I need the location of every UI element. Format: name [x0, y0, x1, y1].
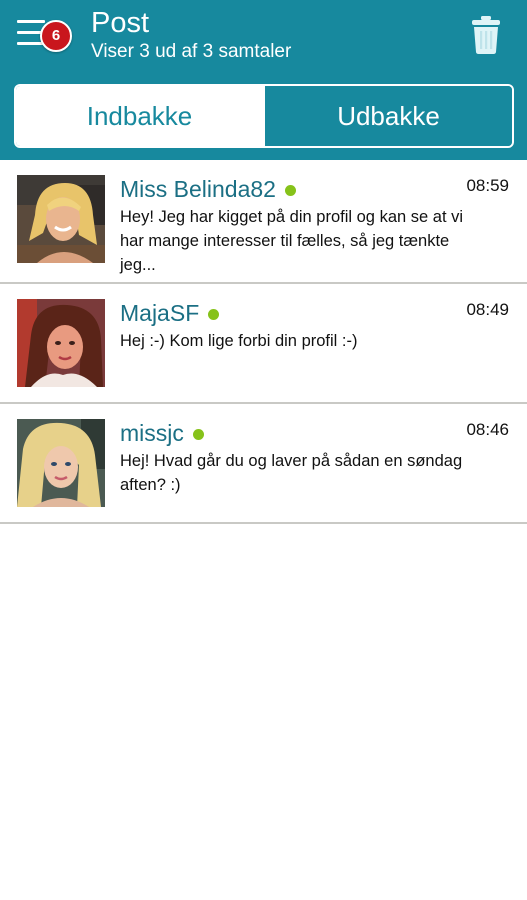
conversation-row[interactable]: missjc 08:46 Hej! Hvad går du og laver p… — [0, 404, 527, 524]
online-status-icon — [192, 428, 204, 440]
page-title: Post — [91, 7, 150, 39]
conversation-row[interactable]: MajaSF 08:49 Hej :-) Kom lige forbi din … — [0, 284, 527, 404]
avatar — [17, 175, 105, 263]
conversation-row[interactable]: Miss Belinda82 08:59 Hey! Jeg har kigget… — [0, 160, 527, 284]
contact-name: Miss Belinda82 — [120, 176, 276, 202]
online-status-icon — [208, 308, 220, 320]
online-status-icon — [284, 184, 296, 196]
trash-icon — [472, 16, 500, 54]
message-preview: Hej :-) Kom lige forbi din profil :-) — [120, 332, 358, 350]
notification-badge: 6 — [40, 20, 72, 52]
message-time: 08:49 — [466, 300, 509, 319]
mailbox-tabs: Indbakke Udbakke — [14, 84, 514, 148]
menu-button[interactable]: 6 — [14, 14, 76, 58]
tab-indbakke[interactable]: Indbakke — [16, 86, 263, 146]
message-preview: Hej! Hvad går du og laver på sådan en sø… — [120, 452, 463, 494]
name-line: missjc — [120, 418, 204, 448]
tab-udbakke[interactable]: Udbakke — [263, 86, 512, 146]
avatar — [17, 299, 105, 387]
message-time: 08:46 — [466, 420, 509, 439]
conversation-list: Miss Belinda82 08:59 Hey! Jeg har kigget… — [0, 160, 527, 524]
message-preview: Hey! Jeg har kigget på din profil og kan… — [120, 208, 464, 274]
message-time: 08:59 — [466, 176, 509, 195]
app-header: 6 Post Viser 3 ud af 3 samtaler Indbakke… — [0, 0, 527, 160]
name-line: MajaSF — [120, 298, 220, 328]
avatar — [17, 419, 105, 507]
contact-name: missjc — [120, 420, 184, 446]
app-screen: 6 Post Viser 3 ud af 3 samtaler Indbakke… — [0, 0, 527, 900]
name-line: Miss Belinda82 — [120, 174, 296, 204]
contact-name: MajaSF — [120, 300, 200, 326]
page-subtitle: Viser 3 ud af 3 samtaler — [91, 41, 292, 62]
delete-button[interactable] — [468, 14, 504, 56]
